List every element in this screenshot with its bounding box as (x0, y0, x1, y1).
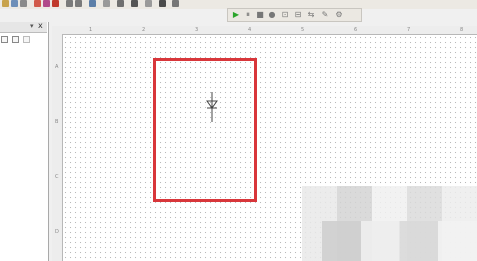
wire-icon[interactable] (117, 0, 124, 7)
simulation-toolbar: ▶ ⏸ ■ ● ⊡ ⊟ ⇆ ✎ ⚙ (227, 8, 362, 22)
marker-icon[interactable] (159, 0, 166, 7)
help-icon[interactable] (131, 0, 138, 7)
pause-icon[interactable]: ⏸ (244, 11, 252, 19)
blurred-region (322, 221, 477, 261)
ruler-tick: 2 (142, 27, 146, 33)
component-icon[interactable] (103, 0, 110, 7)
ruler-tick: 5 (301, 27, 305, 33)
undo-icon[interactable] (66, 0, 73, 7)
run-icon[interactable]: ▶ (232, 11, 240, 19)
trace-icon[interactable]: ⇆ (307, 11, 315, 19)
ruler-tick: D (55, 229, 59, 235)
dropdown-icon[interactable]: ▾ (30, 22, 34, 30)
horizontal-ruler: 1 2 3 4 5 6 7 8 (52, 26, 477, 35)
probe-icon[interactable] (145, 0, 152, 7)
probe-icon[interactable]: ⊟ (294, 11, 302, 19)
zoom-icon[interactable] (89, 0, 96, 7)
project-panel: ▾ x (0, 21, 49, 261)
ruler-tick: 6 (354, 27, 358, 33)
extra-icon[interactable] (172, 0, 179, 7)
highlight-box (153, 58, 257, 202)
step-icon[interactable]: ⊡ (281, 11, 289, 19)
panel-delete-button[interactable] (23, 36, 30, 43)
vertical-ruler: A B C D (52, 34, 63, 261)
ruler-tick: B (55, 119, 59, 125)
schematic-canvas[interactable]: 1 2 3 4 5 6 7 8 A B C D (52, 26, 477, 261)
ruler-tick: 4 (248, 27, 252, 33)
ruler-tick: 7 (407, 27, 411, 33)
ruler-tick: A (55, 64, 59, 70)
panel-add-button[interactable] (1, 36, 8, 43)
ruler-tick: C (55, 174, 59, 180)
panel-header: ▾ x (0, 21, 47, 33)
camera-icon[interactable]: ⚙ (335, 11, 343, 19)
paste-icon[interactable] (52, 0, 59, 7)
record-icon[interactable]: ● (268, 11, 276, 19)
stop-icon[interactable]: ■ (256, 11, 264, 19)
redo-icon[interactable] (75, 0, 82, 7)
open-icon[interactable] (2, 0, 9, 7)
cut-icon[interactable] (34, 0, 41, 7)
graph-icon[interactable]: ✎ (321, 11, 329, 19)
copy-icon[interactable] (43, 0, 50, 7)
print-icon[interactable] (20, 0, 27, 7)
close-icon[interactable]: x (38, 21, 43, 30)
diode-icon[interactable] (204, 92, 220, 122)
panel-settings-button[interactable] (12, 36, 19, 43)
ruler-tick: 1 (89, 27, 93, 33)
save-icon[interactable] (11, 0, 18, 7)
ruler-tick: 8 (460, 27, 464, 33)
ruler-tick: 3 (195, 27, 199, 33)
